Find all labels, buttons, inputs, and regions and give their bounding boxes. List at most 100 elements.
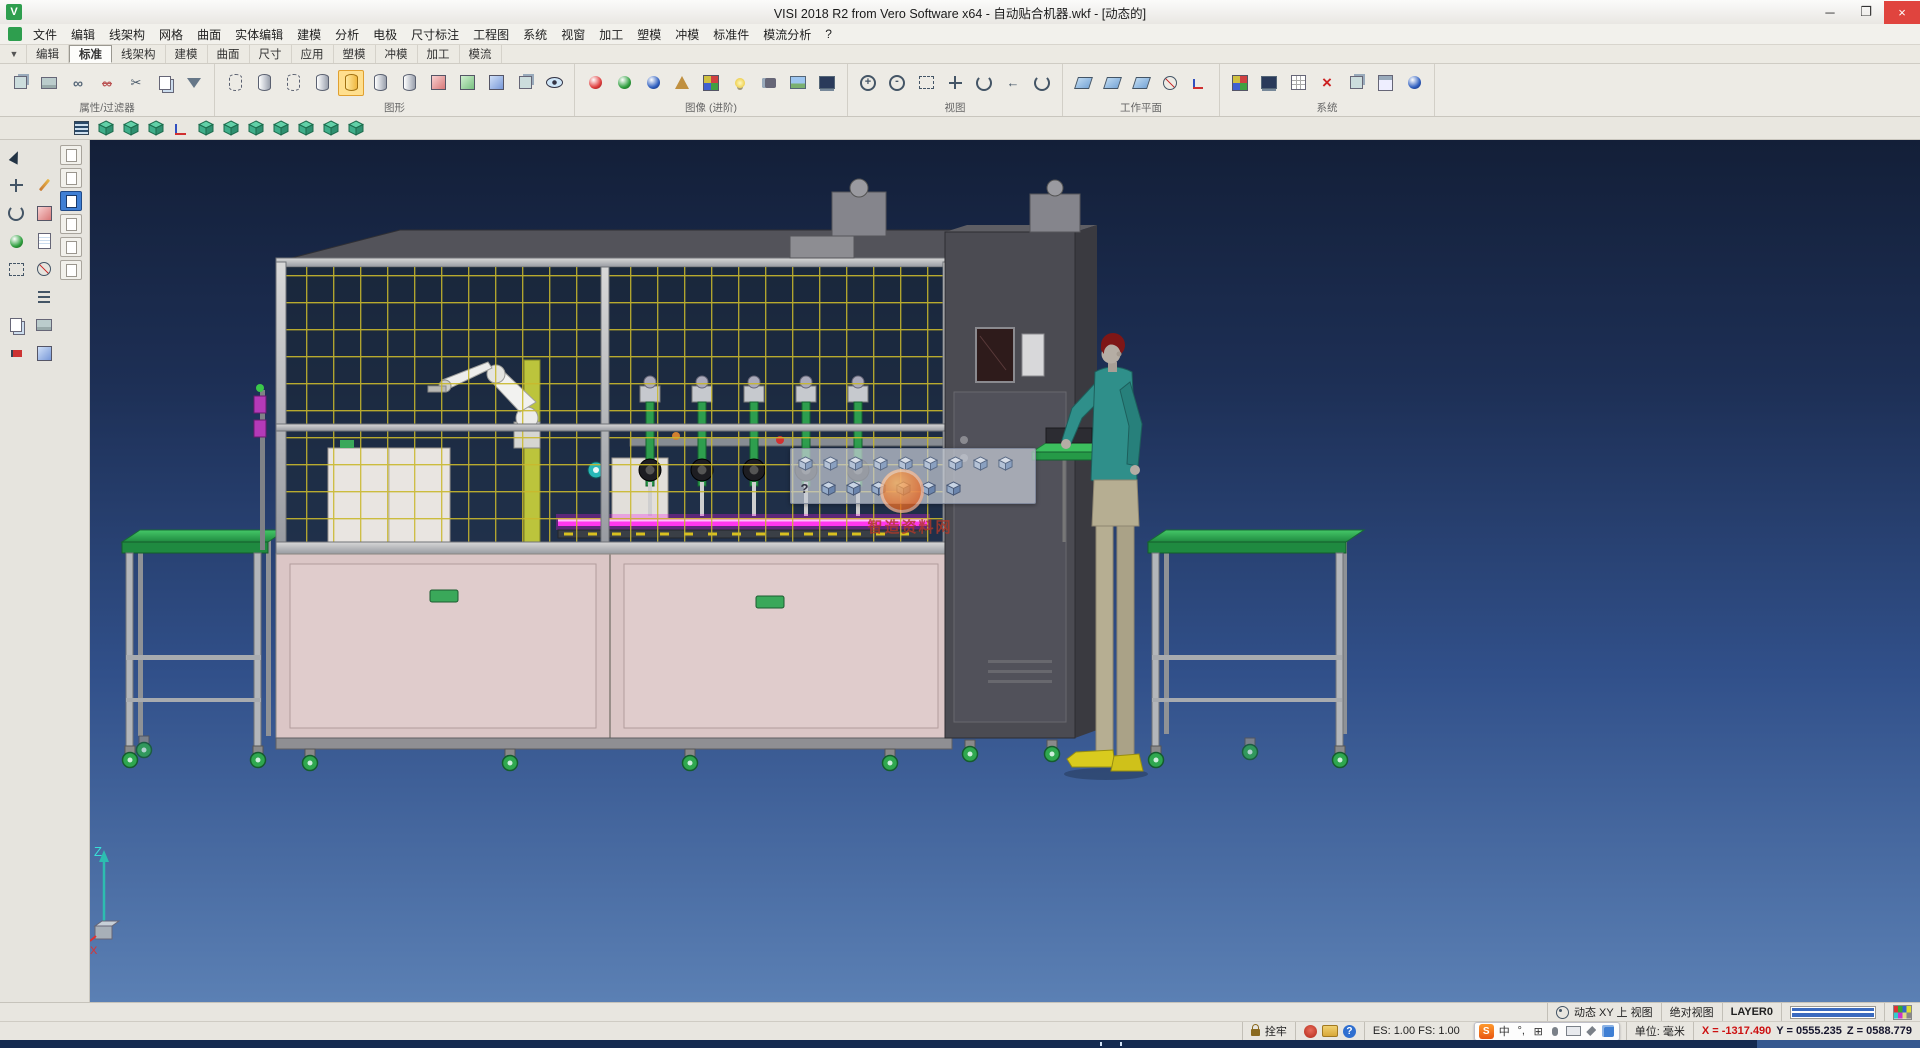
puzzle-icon[interactable]: [1602, 1024, 1615, 1039]
left-view-icon[interactable]: [245, 117, 267, 139]
maximize-button[interactable]: ❐: [1848, 1, 1884, 24]
print-icon[interactable]: [36, 70, 62, 96]
top-cube-icon[interactable]: [819, 452, 842, 475]
plane-align-icon[interactable]: [1157, 70, 1183, 96]
view-slot-1[interactable]: [60, 145, 82, 165]
tab-wireframe[interactable]: 线架构: [112, 45, 166, 63]
menu-surface[interactable]: 曲面: [190, 24, 228, 45]
view-slot-5[interactable]: [60, 237, 82, 257]
toolbox-icon[interactable]: [1585, 1024, 1598, 1039]
color-palette-icon[interactable]: [1884, 1003, 1920, 1021]
erase-tool-icon[interactable]: [30, 200, 58, 226]
tab-standard[interactable]: 标准: [69, 45, 112, 63]
link-icon[interactable]: [65, 70, 91, 96]
ime-mode-chinese[interactable]: 中: [1498, 1024, 1511, 1039]
rotate-tool-icon[interactable]: [2, 200, 30, 226]
menu-molding[interactable]: 塑模: [630, 24, 668, 45]
menu-standard-parts[interactable]: 标准件: [706, 24, 756, 45]
layer-stack-icon[interactable]: [512, 70, 538, 96]
ime-logo-icon[interactable]: S: [1479, 1024, 1494, 1039]
mic-icon[interactable]: [1549, 1024, 1562, 1039]
views-menu-icon[interactable]: [70, 117, 92, 139]
minimize-button[interactable]: ─: [1812, 1, 1848, 24]
windows-taskbar-edge[interactable]: [0, 1040, 1920, 1048]
ime-punctuation[interactable]: °,: [1515, 1024, 1528, 1039]
cube-rear-icon[interactable]: [942, 477, 965, 500]
orbit-icon[interactable]: [971, 70, 997, 96]
axes-icon[interactable]: [170, 117, 192, 139]
compass-tool-icon[interactable]: [30, 256, 58, 282]
layer-indicator[interactable]: LAYER0: [1722, 1003, 1781, 1021]
front-cube-icon[interactable]: [844, 452, 867, 475]
cube-ne-icon[interactable]: [842, 477, 865, 500]
render-settings-icon[interactable]: [814, 70, 840, 96]
view-slot-4[interactable]: [60, 214, 82, 234]
ruler-tool-icon[interactable]: [30, 284, 58, 310]
back-cube-icon[interactable]: [994, 452, 1017, 475]
menu-system[interactable]: 系统: [516, 24, 554, 45]
blue-solid-icon[interactable]: [483, 70, 509, 96]
rotate-cube-icon[interactable]: [969, 452, 992, 475]
texture-icon[interactable]: [698, 70, 724, 96]
zoom-fit-icon[interactable]: [913, 70, 939, 96]
menu-mesh[interactable]: 网格: [152, 24, 190, 45]
flat-view-icon[interactable]: [944, 452, 967, 475]
camera-icon[interactable]: [756, 70, 782, 96]
dimension-2-tool-icon[interactable]: [2, 284, 30, 310]
grab-tool-icon[interactable]: [2, 312, 30, 338]
tab-edit[interactable]: 编辑: [27, 45, 69, 63]
monitor-icon[interactable]: [1256, 70, 1282, 96]
sphere-view-icon[interactable]: [919, 452, 942, 475]
green-solid-icon[interactable]: [454, 70, 480, 96]
plane-xz-icon[interactable]: [1099, 70, 1125, 96]
layer-bars-widget[interactable]: [1781, 1003, 1884, 1021]
tab-machining[interactable]: 加工: [418, 45, 460, 63]
calculator-icon[interactable]: [1372, 70, 1398, 96]
move-tool-icon[interactable]: [2, 172, 30, 198]
menu-dimension[interactable]: 尺寸标注: [404, 24, 466, 45]
iso-cube-icon[interactable]: [869, 452, 892, 475]
redraw-icon[interactable]: [1029, 70, 1055, 96]
menu-analysis[interactable]: 分析: [328, 24, 366, 45]
light-icon[interactable]: [727, 70, 753, 96]
paint-tool-icon[interactable]: [2, 228, 30, 254]
grid-edit-icon[interactable]: [1285, 70, 1311, 96]
view-slot-6[interactable]: [60, 260, 82, 280]
shaded-view-icon[interactable]: [195, 117, 217, 139]
absolute-view-indicator[interactable]: 绝对视图: [1661, 1003, 1722, 1021]
top-view-icon[interactable]: [145, 117, 167, 139]
folder-icon[interactable]: [1322, 1025, 1338, 1037]
view-help-icon[interactable]: ?: [794, 478, 815, 499]
menu-solid-edit[interactable]: 实体编辑: [228, 24, 290, 45]
tab-surface[interactable]: 曲面: [208, 45, 250, 63]
taskbar-tray-edge[interactable]: [1757, 1040, 1920, 1048]
cube-nw-icon[interactable]: [817, 477, 840, 500]
layers-icon[interactable]: [1343, 70, 1369, 96]
delete-icon[interactable]: [1314, 70, 1340, 96]
view-slot-3[interactable]: [60, 191, 82, 211]
render-green-sphere-icon[interactable]: [611, 70, 637, 96]
menu-modeling[interactable]: 建模: [290, 24, 328, 45]
viewport-3d[interactable]: Z X: [90, 140, 1920, 1002]
cut-icon[interactable]: [123, 70, 149, 96]
lock-toggle[interactable]: 拴牢: [1242, 1022, 1295, 1040]
highlight-cylinder-icon[interactable]: [338, 70, 364, 96]
dynamic-view-icon[interactable]: [794, 452, 817, 475]
iso-view-icon[interactable]: [95, 117, 117, 139]
cut-tool-icon[interactable]: [30, 144, 58, 170]
plane-xy-icon[interactable]: [1070, 70, 1096, 96]
copy-attributes-icon[interactable]: [152, 70, 178, 96]
tab-molding[interactable]: 塑模: [334, 45, 376, 63]
machine-scene[interactable]: Z X: [90, 140, 1920, 1002]
ime-fullwidth-icon[interactable]: ⊞: [1532, 1024, 1545, 1039]
units-indicator[interactable]: 单位: 毫米: [1626, 1022, 1693, 1040]
tab-menu-dropdown-icon[interactable]: ▼: [2, 45, 27, 63]
wireframe-view-icon[interactable]: [220, 117, 242, 139]
unlink-icon[interactable]: [94, 70, 120, 96]
close-button[interactable]: ×: [1884, 1, 1920, 24]
measure-tool-icon[interactable]: [2, 256, 30, 282]
save-tool-icon[interactable]: [30, 340, 58, 366]
tab-stamping[interactable]: 冲模: [376, 45, 418, 63]
flag-tool-icon[interactable]: [2, 340, 30, 366]
menu-electrode[interactable]: 电极: [366, 24, 404, 45]
